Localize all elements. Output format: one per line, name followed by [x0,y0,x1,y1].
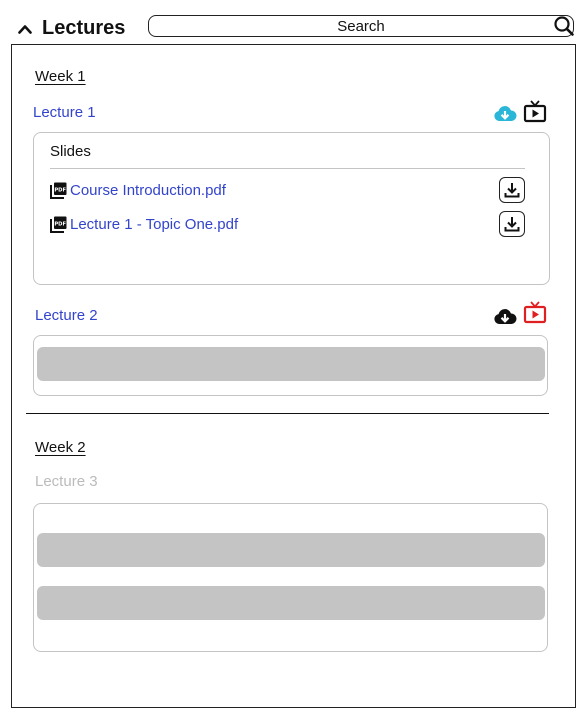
header: Lectures [0,0,587,44]
pdf-file-icon: PDF [50,182,67,199]
lecture-1-video-button[interactable] [523,100,547,123]
chevron-up-icon [18,24,32,34]
tv-play-icon [523,100,547,123]
svg-text:PDF: PDF [54,187,66,193]
download-icon [504,217,520,232]
tv-play-icon [523,301,547,324]
slides-divider [50,168,525,169]
lecture-1-link[interactable]: Lecture 1 [33,104,96,121]
file-row: PDF Lecture 1 - Topic One.pdf [50,211,525,239]
search-input[interactable] [149,16,573,36]
pdf-file-icon: PDF [50,216,67,233]
cloud-download-icon [494,309,517,324]
page-title: Lectures [42,17,126,39]
week-2-label[interactable]: Week 2 [35,439,86,456]
file-download-button[interactable] [499,211,525,237]
lecture-3-link: Lecture 3 [35,473,98,490]
loading-placeholder [37,347,545,381]
lectures-panel: Week 1 Lecture 1 Slides PDF Course Intro… [11,44,576,708]
svg-text:PDF: PDF [54,221,66,227]
lecture-2-link[interactable]: Lecture 2 [35,307,98,324]
search-icon[interactable] [553,15,575,37]
lecture-1-card: Slides PDF Course Introduction.pdf PDF L… [33,132,550,285]
lecture-2-download-button[interactable] [493,308,517,326]
file-row: PDF Course Introduction.pdf [50,177,525,205]
search-box [148,15,574,37]
file-download-button[interactable] [499,177,525,203]
cloud-download-icon [494,106,517,121]
file-link[interactable]: Course Introduction.pdf [70,182,226,199]
file-link[interactable]: Lecture 1 - Topic One.pdf [70,216,238,233]
slides-heading: Slides [50,143,91,160]
lecture-1-download-button[interactable] [493,105,517,123]
week-1-label[interactable]: Week 1 [35,68,86,85]
week-divider [26,413,549,414]
lecture-3-card [33,503,548,652]
loading-placeholder [37,586,545,620]
lecture-2-card [33,335,548,396]
collapse-lectures-toggle[interactable]: Lectures [18,17,125,40]
lecture-2-video-button[interactable] [523,301,547,324]
loading-placeholder [37,533,545,567]
download-icon [504,183,520,198]
